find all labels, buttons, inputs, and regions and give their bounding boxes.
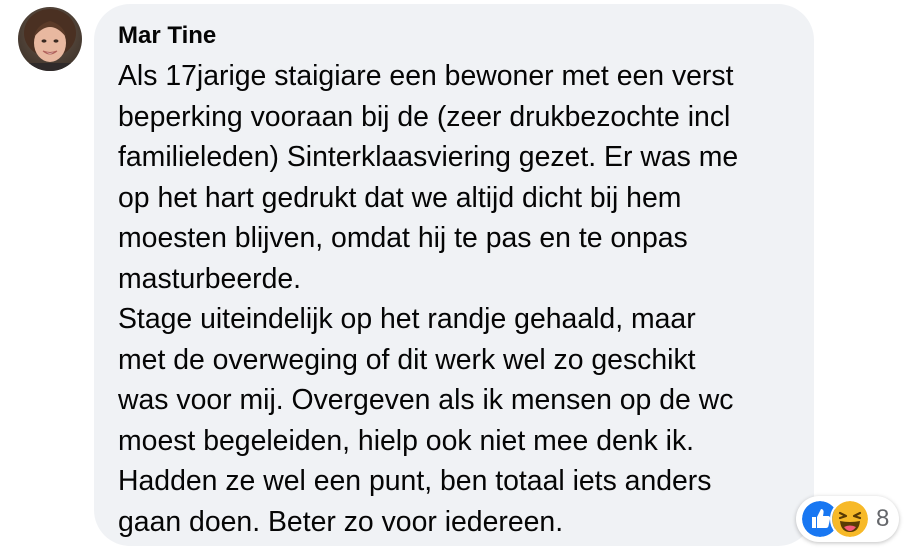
comment-text: Als 17jarige staigiare een bewoner met e… bbox=[118, 56, 808, 542]
comment-line: was voor mij. Overgeven als ik mensen op… bbox=[118, 384, 734, 416]
author-avatar[interactable] bbox=[18, 7, 82, 71]
comment-line: moesten blijven, omdat hij te pas en te … bbox=[118, 222, 688, 254]
comment-line: op het hart gedrukt dat we altijd dicht … bbox=[118, 181, 682, 214]
comment-line: gaan doen. Beter zo voor iedereen. bbox=[118, 505, 564, 538]
comment: Mar Tine Als 17jarige staigiare een bewo… bbox=[0, 0, 924, 556]
comment-line: met de overweging of dit werk wel zo ges… bbox=[118, 343, 696, 376]
comment-line: masturbeerde. bbox=[118, 262, 302, 295]
comment-line: Hadden ze wel een punt, ben totaal iets … bbox=[118, 465, 712, 497]
avatar-photo bbox=[18, 7, 82, 71]
comment-line: Stage uiteindelijk op het randje gehaald… bbox=[118, 303, 696, 335]
comment-line: moest begeleiden, hielp ook niet mee den… bbox=[118, 424, 695, 457]
haha-icon bbox=[830, 499, 870, 539]
comment-line: familieleden) Sinterklaasviering gezet. … bbox=[118, 141, 739, 173]
comment-line: beperking vooraan bij de (zeer drukbezoc… bbox=[118, 100, 731, 133]
reactions-summary[interactable]: 8 bbox=[796, 496, 900, 542]
author-name[interactable]: Mar Tine bbox=[118, 22, 216, 50]
reaction-count: 8 bbox=[876, 505, 890, 532]
comment-line: Als 17jarige staigiare een bewoner met e… bbox=[118, 60, 734, 92]
